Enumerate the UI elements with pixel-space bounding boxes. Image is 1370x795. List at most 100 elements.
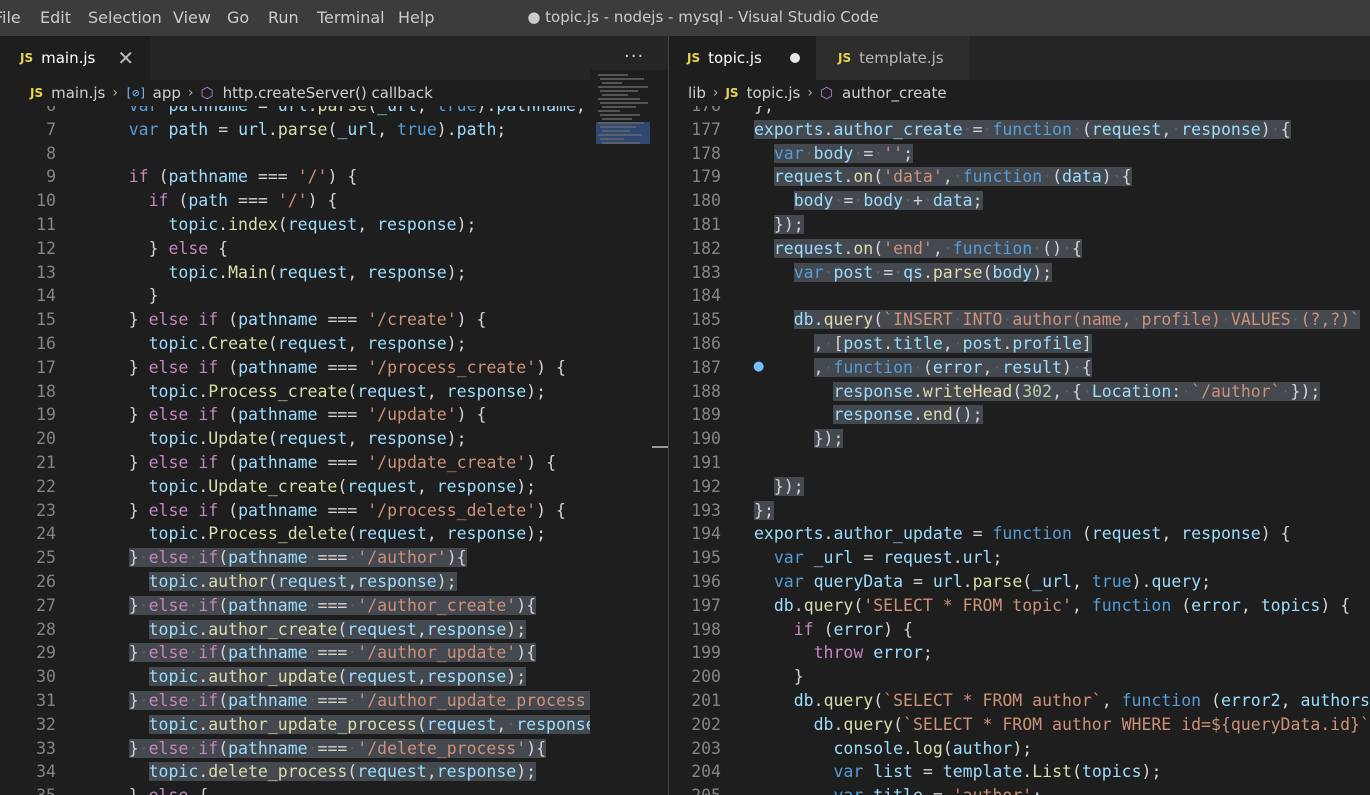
code-line[interactable]: 188 response.writeHead(302,·{·Location:·… [669, 380, 1370, 404]
code-line[interactable]: 28 topic.author_create(request,response)… [0, 618, 668, 642]
code-line[interactable]: 24 topic.Process_delete(request, respons… [0, 522, 668, 546]
code-line[interactable]: 200 } [669, 665, 1370, 689]
tab-template-js[interactable]: JS template.js [816, 36, 969, 80]
code-line[interactable]: 205 var title = 'author'; [669, 784, 1370, 795]
tab-main-js[interactable]: JS main.js ✕ [0, 36, 150, 80]
code-line[interactable]: 196 var queryData = url.parse(_url, true… [669, 570, 1370, 594]
code-line[interactable]: 11 topic.index(request, response); [0, 213, 668, 237]
breadcrumb-function[interactable]: http.createServer() callback [223, 84, 433, 102]
line-number: 14 [36, 286, 56, 306]
code-line[interactable]: 177 exports.author_create·=·function·(req… [669, 118, 1370, 142]
code-line[interactable]: 17 } else if (pathname === '/process_cre… [0, 356, 668, 380]
code-line[interactable]: 14 } [0, 284, 668, 308]
code-line[interactable]: 176}; [669, 106, 1370, 118]
code-line[interactable]: 15 } else if (pathname === '/create') { [0, 308, 668, 332]
code-line[interactable]: 6 var pathname = url.parse(_url, true).p… [0, 106, 668, 118]
code-line[interactable]: 194 exports.author_update = function (req… [669, 522, 1370, 546]
code-line[interactable]: 16 topic.Create(request, response); [0, 332, 668, 356]
line-number: 23 [36, 500, 56, 520]
code-line[interactable]: 184 [669, 284, 1370, 308]
line-number: 199 [691, 643, 721, 663]
code-text: } [793, 667, 804, 687]
code-line[interactable]: 31 }·else·if(pathname·===·'/author_updat… [0, 689, 668, 713]
unsaved-dot-icon[interactable] [789, 53, 800, 63]
minimap-line [602, 142, 640, 144]
code-line[interactable]: 187 ,·function·(error,·result)·{ [669, 356, 1370, 380]
code-line[interactable]: 26 topic.author(request,response); [0, 570, 668, 594]
code-line[interactable]: 182 request.on('end',·function·()·{ [669, 237, 1370, 261]
code-line[interactable]: 185 db.query(`INSERT·INTO·author(name,·p… [669, 308, 1370, 332]
code-line[interactable]: 191 [669, 451, 1370, 475]
code-line[interactable]: 178 var·body·=·''; [669, 142, 1370, 166]
code-line[interactable]: 23 } else if (pathname === '/process_del… [0, 499, 668, 523]
code-line[interactable]: 30 topic.author_update(request,response)… [0, 665, 668, 689]
code-text: db.query(`INSERT·INTO·author(name,·profi… [793, 310, 1361, 330]
code-line[interactable]: 18 topic.Process_create(request, respons… [0, 380, 668, 404]
more-actions-icon[interactable]: ··· [624, 46, 644, 67]
code-line[interactable]: 201 db.query(`SELECT * FROM author`, fun… [669, 689, 1370, 713]
code-line[interactable]: 193}; [669, 499, 1370, 523]
code-line[interactable]: 13 topic.Main(request, response); [0, 261, 668, 285]
code-line[interactable]: 22 topic.Update_create(request, response… [0, 475, 668, 499]
code-line[interactable]: 204 var list = template.List(topics); [669, 760, 1370, 784]
line-number: 28 [36, 619, 56, 639]
code-line[interactable]: 198 if (error) { [669, 618, 1370, 642]
tab-topic-js[interactable]: JS topic.js [669, 36, 816, 80]
close-icon[interactable]: ✕ [117, 48, 134, 68]
minimap-line [602, 118, 632, 120]
line-number: 9 [46, 167, 56, 187]
line-number: 16 [36, 334, 56, 353]
line-number: 192 [691, 476, 721, 496]
code-line[interactable]: 199 throw error; [669, 641, 1370, 665]
code-text: db.query(`SELECT * FROM author`, functio… [793, 691, 1370, 710]
code-line[interactable]: 9 if (pathname === '/') { [0, 165, 668, 189]
code-line[interactable]: 7 var path = url.parse(_url, true).path; [0, 118, 668, 142]
code-line[interactable]: 189 response.end(); [669, 403, 1370, 427]
code-editor-left[interactable]: 6 var pathname = url.parse(_url, true).p… [0, 106, 668, 795]
code-line[interactable]: 29 }·else·if(pathname·===·'/author_updat… [0, 641, 668, 665]
code-line[interactable]: 197 db.query('SELECT * FROM topic', func… [669, 594, 1370, 618]
code-text: topic.delete_process(request,response); [148, 762, 537, 782]
breadcrumb-app[interactable]: app [153, 84, 181, 102]
code-line[interactable]: 203 console.log(author); [669, 737, 1370, 761]
code-text: topic.author_update(request,response); [148, 667, 527, 687]
line-number: 178 [691, 143, 721, 163]
code-line[interactable]: 34 topic.delete_process(request,response… [0, 760, 668, 784]
line-number: 184 [691, 286, 721, 306]
code-line[interactable]: 181 }); [669, 213, 1370, 237]
code-line[interactable]: 183 var·post·=·qs.parse(body); [669, 261, 1370, 285]
code-line[interactable]: 20 topic.Update(request, response); [0, 427, 668, 451]
code-line[interactable]: 32 topic.author_update_process(request,·… [0, 713, 668, 737]
breadcrumb-function[interactable]: author_create [842, 84, 947, 102]
code-text: }·else·if(pathname·===·'/delete_process'… [128, 738, 547, 758]
code-line[interactable]: 180 body·=·body·+·data; [669, 189, 1370, 213]
code-line[interactable]: 10 if (path === '/') { [0, 189, 668, 213]
code-text: var pathname = url.parse(_url, true).pat… [89, 106, 586, 118]
code-line[interactable]: 8 [0, 142, 668, 166]
code-text: } else if (pathname === '/update') { [128, 405, 487, 425]
code-line[interactable]: 190 }); [669, 427, 1370, 451]
code-line[interactable]: 21 } else if (pathname === '/update_crea… [0, 451, 668, 475]
code-line[interactable]: 179 request.on('data',·function·(data)·{ [669, 165, 1370, 189]
code-line[interactable]: 27 }·else·if(pathname·===·'/author_creat… [0, 594, 668, 618]
scrollbar-left[interactable] [652, 70, 668, 759]
breadcrumb-file[interactable]: main.js [51, 84, 105, 102]
code-line[interactable]: 33 }·else·if(pathname·===·'/delete_proce… [0, 737, 668, 761]
code-line[interactable]: 195 var _url = request.url; [669, 546, 1370, 570]
code-line[interactable]: 25 }·else·if(pathname·===·'/author'){ [0, 546, 668, 570]
code-line[interactable]: 35 } else { [0, 784, 668, 795]
code-line[interactable]: 12 } else { [0, 237, 668, 261]
code-line[interactable]: 186 ,·[post.title,·post.profile] [669, 332, 1370, 356]
code-line[interactable]: 192 }); [669, 475, 1370, 499]
lightbulb-icon[interactable]: ● [753, 359, 764, 374]
code-editor-right[interactable]: 176};177exports.author_create·=·function… [669, 106, 1370, 795]
minimap[interactable] [590, 70, 652, 759]
breadcrumb-folder[interactable]: lib [688, 84, 706, 102]
breadcrumb-file[interactable]: topic.js [747, 84, 801, 102]
line-number: 203 [691, 738, 721, 758]
code-line[interactable]: 202 db.query(`SELECT * FROM author WHERE… [669, 713, 1370, 737]
code-line[interactable]: 19 } else if (pathname === '/update') { [0, 403, 668, 427]
minimap-line [600, 78, 644, 80]
editor-pane-left: JS main.js ✕ ··· JS main.js › [⊘] app › … [0, 36, 668, 795]
minimap-line [598, 98, 640, 100]
